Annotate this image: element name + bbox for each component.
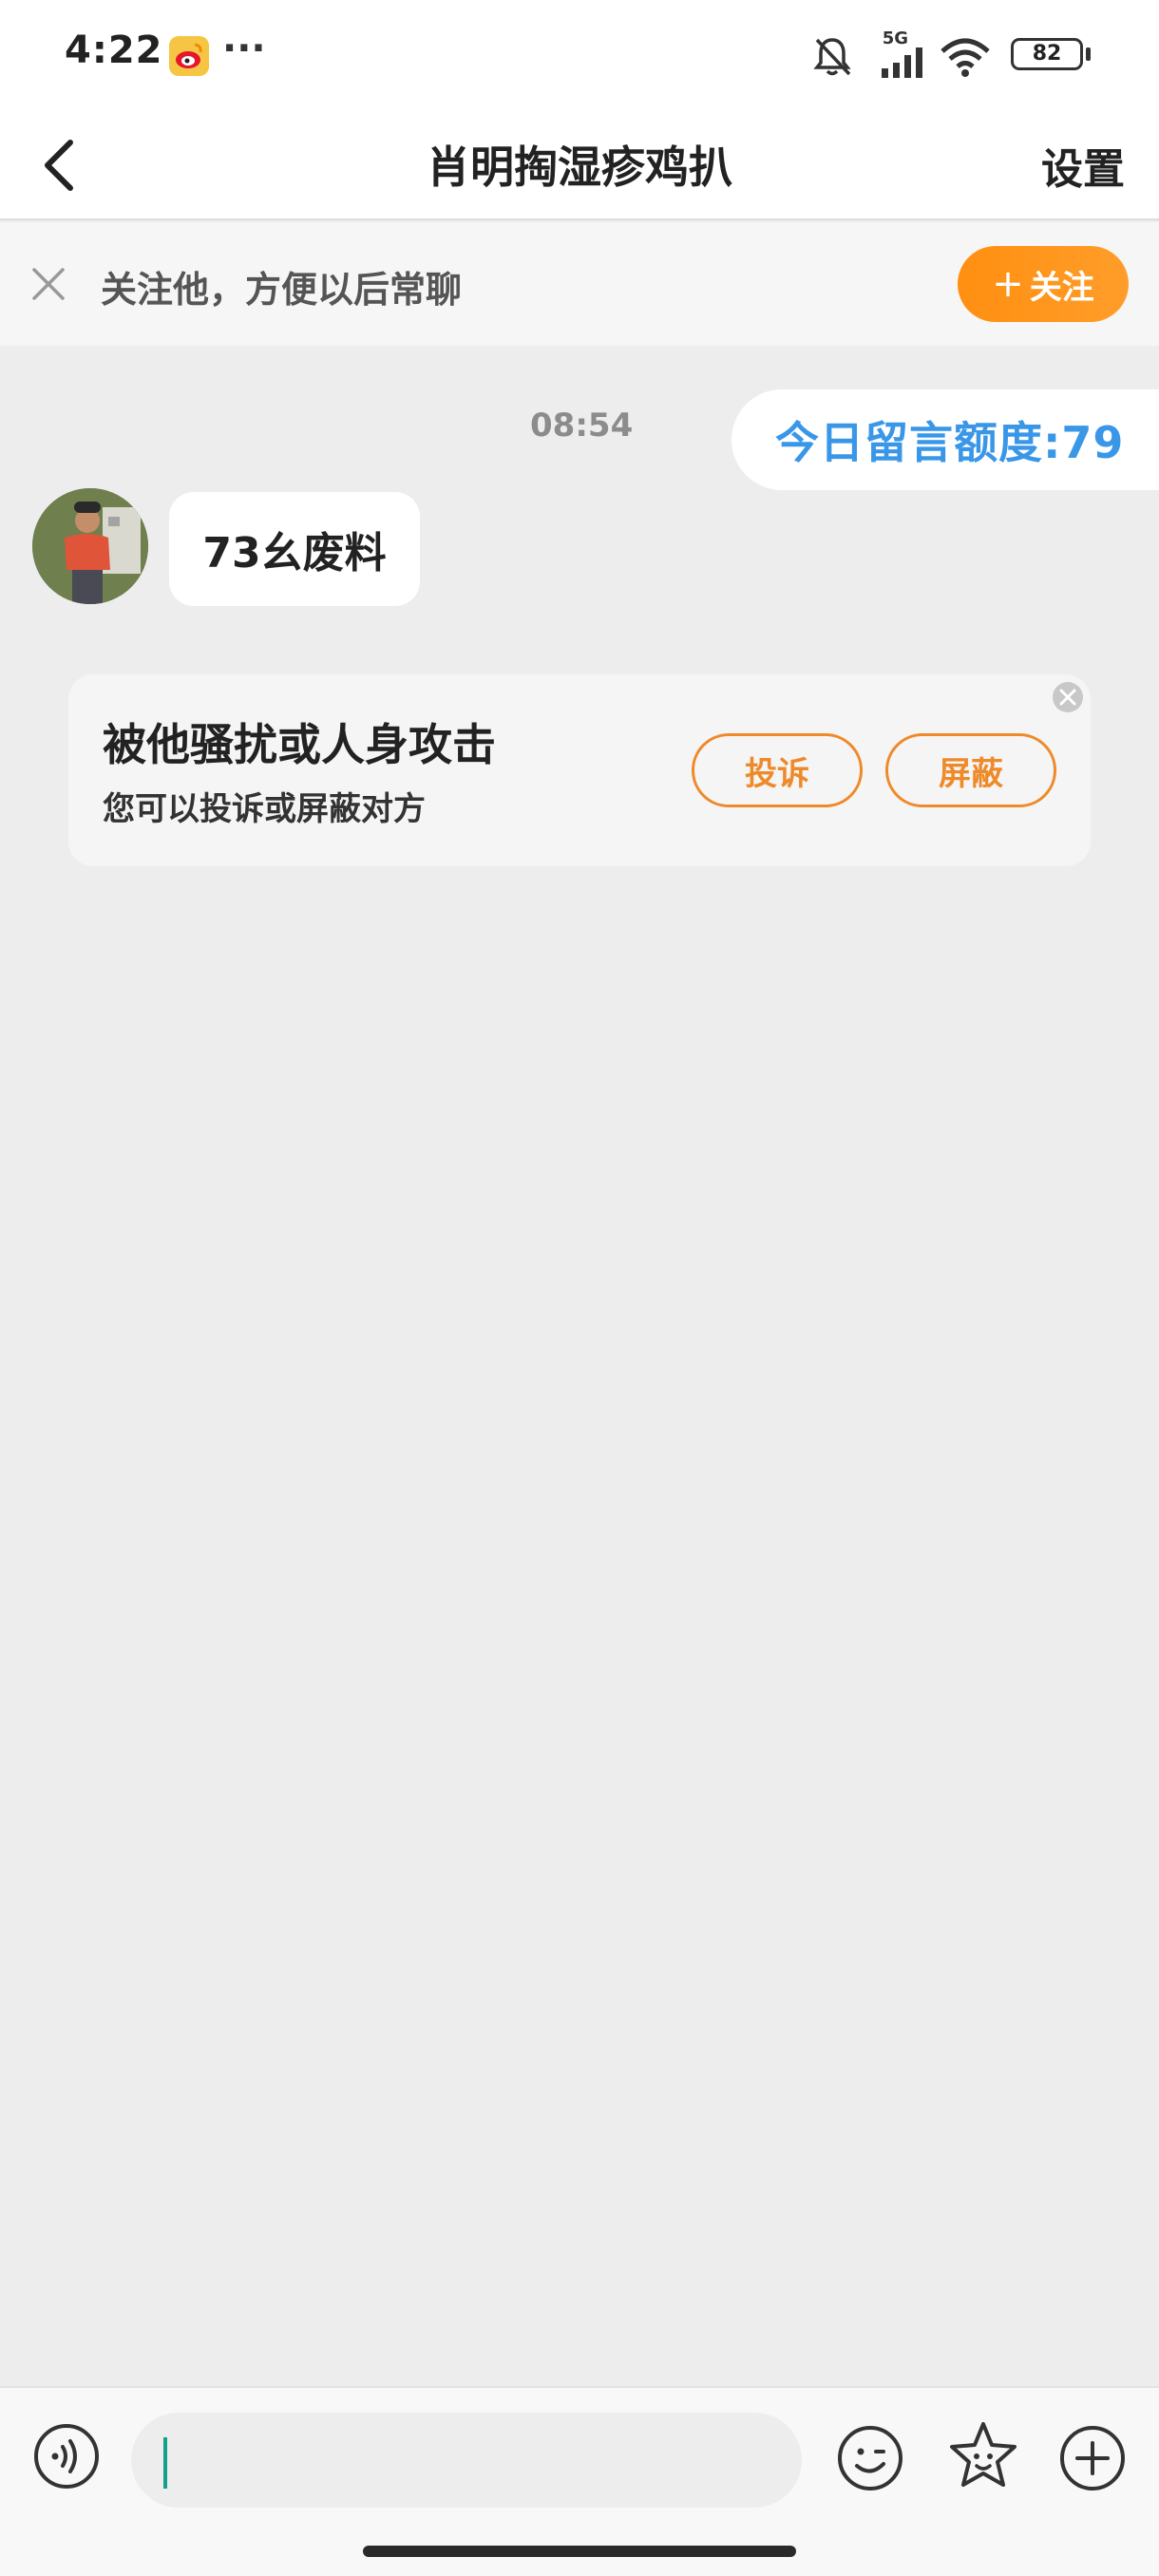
voice-button[interactable] (32, 2422, 101, 2491)
follow-prompt-text: 关注他，方便以后常聊 (101, 269, 463, 311)
weibo-app-icon (169, 36, 209, 76)
text-cursor (163, 2437, 167, 2489)
home-indicator[interactable] (363, 2546, 796, 2557)
close-card-button[interactable] (1049, 678, 1087, 716)
settings-button[interactable]: 设置 (1041, 135, 1125, 196)
plus-circle-icon (1060, 2426, 1125, 2491)
harassment-card-title: 被他骚扰或人身攻击 (103, 719, 496, 770)
voice-icon (34, 2424, 99, 2489)
incoming-message-bubble[interactable]: 73幺废料 (169, 492, 420, 606)
quota-message-bubble[interactable]: 今日留言额度:79 (732, 389, 1159, 490)
chat-timestamp: 08:54 (530, 407, 634, 445)
close-banner-button[interactable] (28, 264, 68, 304)
battery-cap (1086, 47, 1091, 61)
battery-indicator: 82 (1011, 38, 1083, 70)
status-time: 4:22 (65, 28, 163, 72)
follow-button[interactable]: + 关注 (958, 246, 1129, 322)
sticker-button[interactable] (944, 2418, 1022, 2496)
report-button[interactable]: 投诉 (692, 733, 863, 807)
emoji-icon (838, 2426, 902, 2491)
close-circle-icon (1053, 682, 1083, 712)
avatar[interactable] (32, 488, 148, 604)
signal-icon (882, 47, 922, 78)
avatar-image (32, 488, 148, 604)
block-button[interactable]: 屏蔽 (885, 733, 1056, 807)
more-options-button[interactable] (1056, 2422, 1129, 2494)
mute-bell-icon (813, 38, 851, 76)
notification-dots: ··· (222, 27, 266, 70)
emoji-button[interactable] (834, 2422, 906, 2494)
plus-icon: + (992, 262, 1024, 306)
follow-banner: 关注他，方便以后常聊 + 关注 (0, 222, 1159, 346)
nav-bar: 肖明掏湿疹鸡扒 设置 (0, 112, 1159, 220)
page-title: 肖明掏湿疹鸡扒 (427, 142, 732, 193)
harassment-card-subtitle: 您可以投诉或屏蔽对方 (103, 790, 426, 828)
message-input[interactable] (131, 2413, 802, 2508)
close-icon (32, 268, 65, 300)
back-button[interactable] (27, 129, 99, 201)
sticker-icon (950, 2422, 1016, 2487)
harassment-card: 被他骚扰或人身攻击 您可以投诉或屏蔽对方 投诉 屏蔽 (68, 674, 1091, 866)
wifi-icon (940, 38, 990, 77)
status-bar: 4:22 ··· 5G 82 (0, 0, 1159, 112)
chevron-left-icon (45, 140, 73, 191)
follow-button-label: 关注 (1029, 268, 1094, 307)
